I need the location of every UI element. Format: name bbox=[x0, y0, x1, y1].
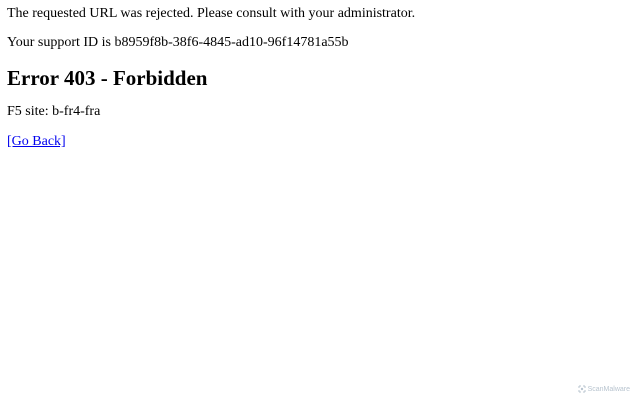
scan-logo-icon bbox=[578, 385, 586, 393]
rejection-message: The requested URL was rejected. Please c… bbox=[7, 6, 416, 21]
go-back-link[interactable]: [Go Back] bbox=[7, 134, 66, 150]
support-id-label: Your support ID is bbox=[7, 35, 115, 50]
f5-site-line: F5 site: b-fr4-fra bbox=[7, 104, 100, 120]
watermark-text: ScanMalware bbox=[587, 385, 630, 393]
f5-site-value: b-fr4-fra bbox=[52, 104, 101, 119]
f5-site-label: F5 site: bbox=[7, 104, 53, 119]
support-id-value: b8959f8b-38f6-4845-ad10-96f14781a55b bbox=[114, 35, 349, 50]
support-id-line: Your support ID is b8959f8b-38f6-4845-ad… bbox=[7, 35, 349, 51]
scanmalware-watermark: ScanMalware bbox=[578, 385, 630, 393]
page-title: Error 403 - Forbidden bbox=[7, 66, 208, 90]
